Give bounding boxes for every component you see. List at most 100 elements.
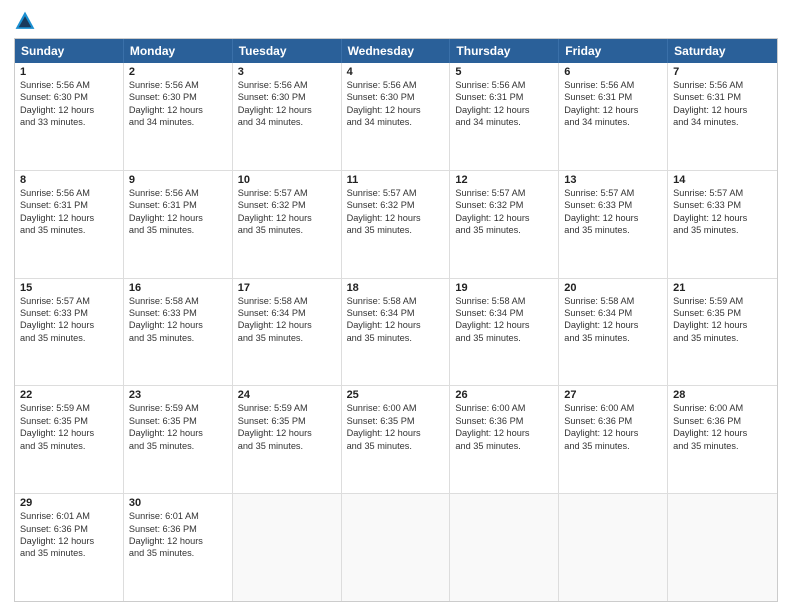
calendar-empty-cell — [559, 494, 668, 601]
calendar-day-11: 11Sunrise: 5:57 AMSunset: 6:32 PMDayligh… — [342, 171, 451, 278]
calendar: SundayMondayTuesdayWednesdayThursdayFrid… — [14, 38, 778, 602]
cell-info-line: Sunset: 6:33 PM — [20, 307, 118, 319]
cell-info-line: and 35 minutes. — [455, 440, 553, 452]
calendar-day-4: 4Sunrise: 5:56 AMSunset: 6:30 PMDaylight… — [342, 63, 451, 170]
day-number: 8 — [20, 174, 118, 186]
day-number: 13 — [564, 174, 662, 186]
cell-info-line: Sunset: 6:30 PM — [347, 91, 445, 103]
cell-info-line: Sunrise: 5:56 AM — [20, 187, 118, 199]
cell-info-line: Daylight: 12 hours — [20, 104, 118, 116]
calendar-body: 1Sunrise: 5:56 AMSunset: 6:30 PMDaylight… — [15, 63, 777, 601]
cell-info-line: Sunset: 6:35 PM — [673, 307, 772, 319]
calendar-day-29: 29Sunrise: 6:01 AMSunset: 6:36 PMDayligh… — [15, 494, 124, 601]
calendar-day-23: 23Sunrise: 5:59 AMSunset: 6:35 PMDayligh… — [124, 386, 233, 493]
cell-info-line: Daylight: 12 hours — [673, 104, 772, 116]
cell-info-line: Sunrise: 6:00 AM — [347, 402, 445, 414]
day-number: 17 — [238, 282, 336, 294]
cell-info-line: Sunset: 6:31 PM — [20, 199, 118, 211]
cell-info-line: Sunset: 6:30 PM — [238, 91, 336, 103]
cell-info-line: and 35 minutes. — [129, 547, 227, 559]
day-number: 28 — [673, 389, 772, 401]
cell-info-line: Daylight: 12 hours — [129, 427, 227, 439]
logo — [14, 10, 40, 32]
cell-info-line: Sunset: 6:35 PM — [347, 415, 445, 427]
cell-info-line: Daylight: 12 hours — [564, 427, 662, 439]
calendar-day-21: 21Sunrise: 5:59 AMSunset: 6:35 PMDayligh… — [668, 279, 777, 386]
cell-info-line: and 35 minutes. — [20, 224, 118, 236]
weekday-header-saturday: Saturday — [668, 39, 777, 63]
cell-info-line: Sunrise: 5:56 AM — [347, 79, 445, 91]
day-number: 12 — [455, 174, 553, 186]
cell-info-line: Sunrise: 5:58 AM — [564, 295, 662, 307]
cell-info-line: and 35 minutes. — [673, 224, 772, 236]
cell-info-line: Sunrise: 6:01 AM — [129, 510, 227, 522]
cell-info-line: Daylight: 12 hours — [20, 319, 118, 331]
cell-info-line: Sunset: 6:34 PM — [564, 307, 662, 319]
cell-info-line: and 34 minutes. — [564, 116, 662, 128]
calendar-day-24: 24Sunrise: 5:59 AMSunset: 6:35 PMDayligh… — [233, 386, 342, 493]
day-number: 3 — [238, 66, 336, 78]
weekday-header-sunday: Sunday — [15, 39, 124, 63]
day-number: 27 — [564, 389, 662, 401]
calendar-day-22: 22Sunrise: 5:59 AMSunset: 6:35 PMDayligh… — [15, 386, 124, 493]
calendar-header: SundayMondayTuesdayWednesdayThursdayFrid… — [15, 39, 777, 63]
cell-info-line: and 34 minutes. — [455, 116, 553, 128]
calendar-day-16: 16Sunrise: 5:58 AMSunset: 6:33 PMDayligh… — [124, 279, 233, 386]
cell-info-line: Sunrise: 5:56 AM — [129, 187, 227, 199]
cell-info-line: Sunrise: 6:00 AM — [455, 402, 553, 414]
day-number: 14 — [673, 174, 772, 186]
day-number: 21 — [673, 282, 772, 294]
cell-info-line: and 35 minutes. — [238, 440, 336, 452]
cell-info-line: Daylight: 12 hours — [129, 535, 227, 547]
cell-info-line: Sunset: 6:35 PM — [129, 415, 227, 427]
cell-info-line: Sunrise: 5:56 AM — [20, 79, 118, 91]
cell-info-line: Daylight: 12 hours — [455, 212, 553, 224]
cell-info-line: Daylight: 12 hours — [673, 212, 772, 224]
calendar-day-8: 8Sunrise: 5:56 AMSunset: 6:31 PMDaylight… — [15, 171, 124, 278]
cell-info-line: Daylight: 12 hours — [347, 212, 445, 224]
calendar-day-20: 20Sunrise: 5:58 AMSunset: 6:34 PMDayligh… — [559, 279, 668, 386]
cell-info-line: and 35 minutes. — [347, 440, 445, 452]
calendar-week-1: 1Sunrise: 5:56 AMSunset: 6:30 PMDaylight… — [15, 63, 777, 171]
cell-info-line: and 35 minutes. — [238, 332, 336, 344]
cell-info-line: Sunrise: 5:59 AM — [238, 402, 336, 414]
cell-info-line: Sunset: 6:30 PM — [20, 91, 118, 103]
calendar-week-2: 8Sunrise: 5:56 AMSunset: 6:31 PMDaylight… — [15, 171, 777, 279]
calendar-empty-cell — [342, 494, 451, 601]
cell-info-line: Daylight: 12 hours — [238, 104, 336, 116]
cell-info-line: Sunrise: 5:57 AM — [347, 187, 445, 199]
cell-info-line: Sunrise: 5:58 AM — [455, 295, 553, 307]
cell-info-line: Daylight: 12 hours — [238, 212, 336, 224]
cell-info-line: Sunrise: 5:56 AM — [673, 79, 772, 91]
cell-info-line: and 34 minutes. — [129, 116, 227, 128]
cell-info-line: Sunset: 6:32 PM — [238, 199, 336, 211]
cell-info-line: Sunset: 6:31 PM — [673, 91, 772, 103]
day-number: 18 — [347, 282, 445, 294]
cell-info-line: Sunrise: 6:00 AM — [564, 402, 662, 414]
day-number: 10 — [238, 174, 336, 186]
cell-info-line: and 35 minutes. — [238, 224, 336, 236]
cell-info-line: Sunset: 6:36 PM — [129, 523, 227, 535]
cell-info-line: Daylight: 12 hours — [455, 104, 553, 116]
cell-info-line: Sunset: 6:33 PM — [564, 199, 662, 211]
weekday-header-friday: Friday — [559, 39, 668, 63]
cell-info-line: and 35 minutes. — [673, 440, 772, 452]
calendar-day-2: 2Sunrise: 5:56 AMSunset: 6:30 PMDaylight… — [124, 63, 233, 170]
day-number: 23 — [129, 389, 227, 401]
calendar-day-7: 7Sunrise: 5:56 AMSunset: 6:31 PMDaylight… — [668, 63, 777, 170]
cell-info-line: Sunset: 6:34 PM — [455, 307, 553, 319]
calendar-day-15: 15Sunrise: 5:57 AMSunset: 6:33 PMDayligh… — [15, 279, 124, 386]
cell-info-line: Sunset: 6:31 PM — [455, 91, 553, 103]
day-number: 29 — [20, 497, 118, 509]
calendar-day-18: 18Sunrise: 5:58 AMSunset: 6:34 PMDayligh… — [342, 279, 451, 386]
cell-info-line: and 34 minutes. — [347, 116, 445, 128]
day-number: 15 — [20, 282, 118, 294]
cell-info-line: Sunset: 6:35 PM — [238, 415, 336, 427]
logo-icon — [14, 10, 36, 32]
weekday-header-tuesday: Tuesday — [233, 39, 342, 63]
calendar-day-27: 27Sunrise: 6:00 AMSunset: 6:36 PMDayligh… — [559, 386, 668, 493]
cell-info-line: Sunset: 6:31 PM — [564, 91, 662, 103]
cell-info-line: Sunrise: 5:57 AM — [564, 187, 662, 199]
calendar-day-17: 17Sunrise: 5:58 AMSunset: 6:34 PMDayligh… — [233, 279, 342, 386]
cell-info-line: Daylight: 12 hours — [129, 212, 227, 224]
